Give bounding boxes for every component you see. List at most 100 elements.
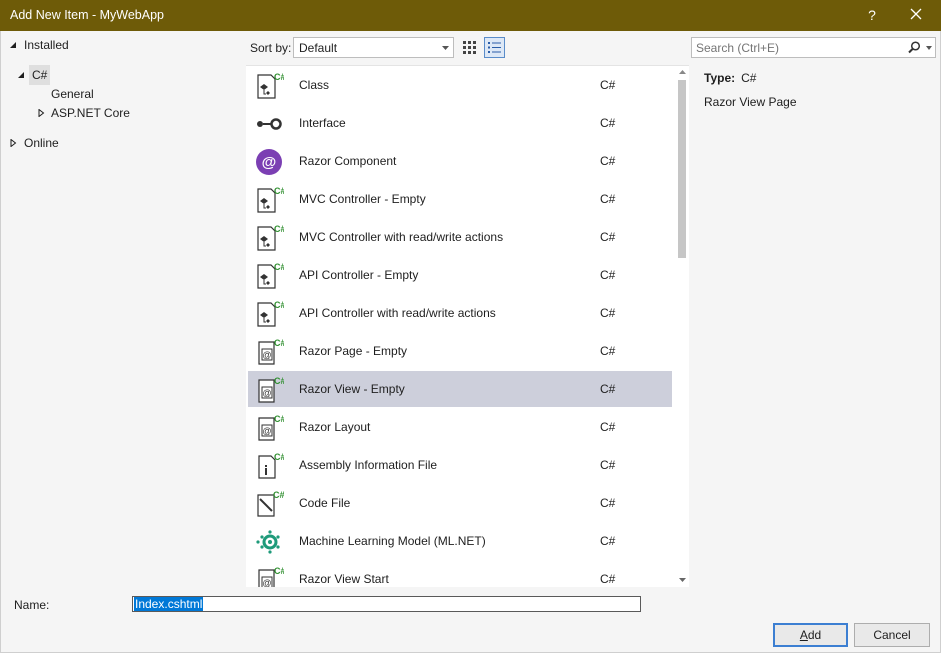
chevron-down-icon [442,46,449,50]
list-item[interactable]: @ C# Razor View Start C# [248,561,672,587]
list-item[interactable]: @ Razor Component C# [248,143,672,179]
scroll-up-button[interactable] [675,66,689,80]
item-name: MVC Controller - Empty [299,192,426,206]
razor-component-icon: @ [256,149,282,175]
item-language: C# [600,420,616,434]
list-item[interactable]: Machine Learning Model (ML.NET) C# [248,523,672,559]
tree-item-label: Installed [24,38,69,52]
item-name: Razor View Start [299,572,389,586]
name-label: Name: [14,598,50,612]
expanded-arrow-icon [10,42,16,48]
item-language: C# [600,306,616,320]
item-language: C# [600,116,616,130]
item-language: C# [600,572,616,586]
svg-text:C#: C# [274,452,284,462]
list-item[interactable]: C# Class C# [248,67,672,103]
interface-icon [257,118,282,130]
list-item[interactable]: @ C# Razor Page - Empty C# [248,333,672,369]
template-list: C# Class C# Interface C# @ Razor Compone… [246,65,689,587]
list-item[interactable]: C# Code File C# [248,485,672,521]
sort-by-label: Sort by: [250,41,292,55]
item-language: C# [600,154,616,168]
tree-item-label: General [51,87,94,101]
list-item[interactable]: C# Assembly Information File C# [248,447,672,483]
razor-layout-icon: @ C# [258,414,284,441]
svg-text:C#: C# [274,72,284,82]
search-box[interactable] [691,37,936,58]
scroll-down-button[interactable] [675,574,689,587]
svg-text:@: @ [262,578,271,587]
help-button[interactable]: ? [862,5,882,25]
close-button[interactable] [902,3,930,27]
svg-text:C#: C# [274,262,284,272]
razor-page-icon: @ C# [258,338,284,365]
item-name: Class [299,78,330,92]
title-bar: Add New Item - MyWebApp ? [0,0,941,31]
template-tree: Installed C# General ASP.NET Core Online [1,31,244,587]
search-input[interactable] [692,38,902,57]
svg-text:@: @ [262,350,271,360]
list-item[interactable]: C# API Controller with read/write action… [248,295,672,331]
item-name: Code File [299,496,351,510]
details-description: Razor View Page [704,95,797,109]
tree-item-online[interactable]: Online [1,133,241,153]
ml-model-icon [256,530,280,554]
add-button-mnemonic: A [799,628,808,642]
list-item[interactable]: C# MVC Controller - Empty C# [248,181,672,217]
item-language: C# [600,496,616,510]
list-item-selected[interactable]: @ C# Razor View - Empty C# [248,371,672,407]
small-icons-view-button[interactable] [459,37,480,58]
svg-text:C#: C# [274,186,284,196]
list-view-button[interactable] [484,37,505,58]
scroll-up-icon [678,70,686,74]
cancel-button[interactable]: Cancel [854,623,930,647]
svg-text:C#: C# [273,490,284,500]
tree-item-label: ASP.NET Core [51,106,130,120]
window-title: Add New Item - MyWebApp [10,8,164,22]
search-icon [908,41,921,54]
item-language: C# [600,344,616,358]
svg-text:C#: C# [274,376,284,386]
tree-item-installed[interactable]: Installed [1,35,241,55]
sort-by-value: Default [299,41,338,55]
item-language: C# [600,534,616,548]
list-item[interactable]: C# MVC Controller with read/write action… [248,219,672,255]
item-name: Assembly Information File [299,458,438,472]
list-view-icon [488,42,501,53]
list-item[interactable]: Interface C# [248,105,672,141]
item-name: API Controller with read/write actions [299,306,496,320]
tree-item-aspnet-core[interactable]: ASP.NET Core [1,103,241,123]
razor-view-icon: @ C# [258,376,284,403]
close-icon [910,8,922,20]
item-language: C# [600,458,616,472]
scroll-thumb[interactable] [678,80,686,258]
razor-view-start-icon: @ C# [258,566,284,587]
tree-item-csharp[interactable]: C# [1,65,241,85]
tree-item-general[interactable]: General [1,84,241,104]
svg-text:@: @ [262,154,277,171]
item-name: Razor Component [299,154,397,168]
item-name: API Controller - Empty [299,268,419,282]
details-type-label: Type: [704,71,736,85]
scroll-down-icon [678,578,686,582]
item-name: Interface [299,116,346,130]
controller-icon: C# [257,186,284,213]
collapsed-arrow-icon [38,109,45,117]
class-icon: C# [257,72,284,99]
details-type-row: Type: C# [704,71,756,85]
svg-text:@: @ [262,426,271,436]
assembly-info-icon: C# [258,452,284,479]
controller-icon: C# [257,300,284,327]
list-item[interactable]: C# API Controller - Empty C# [248,257,672,293]
controller-icon: C# [257,224,284,251]
sort-by-dropdown[interactable]: Default [293,37,454,58]
add-button[interactable]: Add [773,623,848,647]
tree-item-label: Online [24,136,59,150]
list-item[interactable]: @ C# Razor Layout C# [248,409,672,445]
item-name: MVC Controller with read/write actions [299,230,504,244]
svg-text:@: @ [262,388,271,398]
name-input[interactable]: Index.cshtml [132,596,641,612]
list-scrollbar[interactable] [675,66,689,587]
svg-text:C#: C# [274,300,284,310]
grid-view-icon [463,41,476,54]
